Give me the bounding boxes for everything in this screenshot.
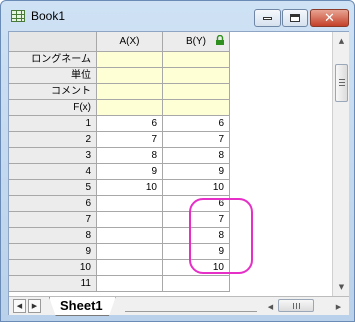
data-cell-a[interactable]: 9	[97, 164, 163, 180]
row-header[interactable]: 3	[9, 148, 97, 164]
highlight-annotation	[189, 198, 253, 274]
grip-icon	[339, 79, 345, 80]
data-cell-a[interactable]	[97, 212, 163, 228]
row-header[interactable]: 7	[9, 212, 97, 228]
meta-row-label: コメント	[9, 84, 97, 100]
maximize-button[interactable]	[282, 9, 308, 27]
column-header[interactable]: B(Y)	[163, 32, 230, 52]
horizontal-scrollbar[interactable]: ◀ ▶	[261, 297, 349, 316]
grip-icon	[339, 82, 345, 83]
row-header[interactable]: 5	[9, 180, 97, 196]
lock-icon	[216, 35, 224, 45]
meta-cell[interactable]	[97, 100, 163, 116]
data-cell-a[interactable]	[97, 260, 163, 276]
data-cell-a[interactable]	[97, 196, 163, 212]
arrow-left-icon: ◀	[16, 302, 23, 310]
grip-icon	[339, 85, 345, 86]
meta-row-label: ロングネーム	[9, 52, 97, 68]
row-header[interactable]: 2	[9, 132, 97, 148]
sheet-tab[interactable]: Sheet1	[49, 297, 116, 316]
meta-row-label: F(x)	[9, 100, 97, 116]
data-cell-a[interactable]: 7	[97, 132, 163, 148]
title-bar[interactable]: Book1 ✕	[1, 1, 354, 31]
arrow-right-icon: ▶	[31, 302, 38, 310]
horizontal-scroll-thumb[interactable]	[278, 299, 314, 312]
data-cell-b[interactable]: 9	[163, 164, 230, 180]
meta-cell[interactable]	[163, 84, 230, 100]
vertical-scrollbar[interactable]: ▲ ▼	[332, 32, 349, 296]
data-cell-b[interactable]: 8	[163, 148, 230, 164]
workbook-window: Book1 ✕ A(X) B(Y) ロングネーム 単位 コメント F(x) 1 6 6 2 7 7 3 8…	[0, 0, 355, 322]
data-cell-b[interactable]: 6	[163, 116, 230, 132]
row-header[interactable]: 1	[9, 116, 97, 132]
next-sheet-button[interactable]: ▶	[28, 299, 41, 313]
worksheet-area: A(X) B(Y) ロングネーム 単位 コメント F(x) 1 6 6 2 7 7 3 8 8 4 9 9 5 10 1…	[8, 31, 349, 316]
grip-icon	[293, 303, 294, 309]
grip-icon	[296, 303, 297, 309]
row-header[interactable]: 8	[9, 228, 97, 244]
data-cell-a[interactable]: 10	[97, 180, 163, 196]
data-cell-a[interactable]	[97, 276, 163, 292]
data-cell-b[interactable]: 7	[163, 132, 230, 148]
maximize-icon	[290, 14, 300, 22]
data-cell-a[interactable]: 6	[97, 116, 163, 132]
row-header[interactable]: 11	[9, 276, 97, 292]
data-cell-b[interactable]: 10	[163, 180, 230, 196]
scroll-down-icon[interactable]: ▼	[334, 279, 349, 294]
row-header[interactable]: 10	[9, 260, 97, 276]
row-header[interactable]: 4	[9, 164, 97, 180]
prev-sheet-button[interactable]: ◀	[13, 299, 26, 313]
worksheet-grid[interactable]: A(X) B(Y) ロングネーム 単位 コメント F(x) 1 6 6 2 7 7 3 8 8 4 9 9 5 10 1…	[9, 32, 332, 296]
meta-row-label: 単位	[9, 68, 97, 84]
scroll-up-icon[interactable]: ▲	[334, 33, 349, 48]
row-header[interactable]: 9	[9, 244, 97, 260]
data-cell-a[interactable]	[97, 244, 163, 260]
data-cell-a[interactable]: 8	[97, 148, 163, 164]
data-cell-a[interactable]	[97, 228, 163, 244]
grip-icon	[299, 303, 300, 309]
scroll-left-icon[interactable]: ◀	[263, 299, 278, 314]
meta-cell[interactable]	[97, 52, 163, 68]
meta-cell[interactable]	[163, 68, 230, 84]
window-title: Book1	[31, 9, 66, 23]
scroll-right-icon[interactable]: ▶	[331, 299, 346, 314]
meta-cell[interactable]	[163, 52, 230, 68]
close-button[interactable]: ✕	[310, 9, 349, 27]
select-all-corner[interactable]	[9, 32, 97, 52]
vertical-scroll-thumb[interactable]	[335, 64, 348, 102]
row-header[interactable]: 6	[9, 196, 97, 212]
sheet-bar: ◀ ▶ Sheet1 ◀ ▶	[9, 296, 349, 316]
workbook-icon	[11, 10, 25, 22]
minimize-icon	[263, 16, 272, 20]
minimize-button[interactable]	[254, 9, 281, 27]
meta-cell[interactable]	[163, 100, 230, 116]
column-header[interactable]: A(X)	[97, 32, 163, 52]
meta-cell[interactable]	[97, 84, 163, 100]
tab-strip	[125, 301, 257, 312]
meta-cell[interactable]	[97, 68, 163, 84]
close-icon: ✕	[324, 10, 335, 26]
data-cell-b[interactable]	[163, 276, 230, 292]
